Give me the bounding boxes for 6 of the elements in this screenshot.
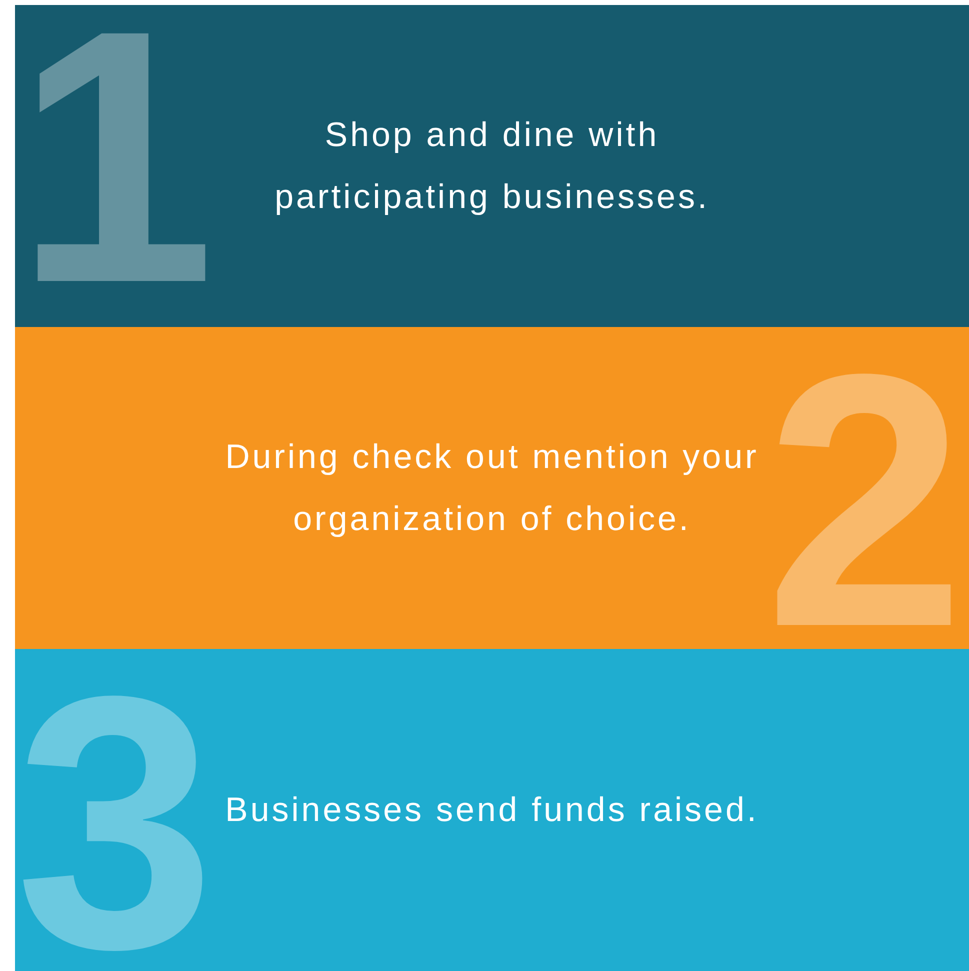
step-text: Businesses send funds raised.	[225, 790, 759, 831]
step-number: 3	[15, 679, 216, 967]
step-text: During check out mention your organization of choice.	[224, 437, 760, 540]
step-number: 1	[15, 13, 216, 301]
step-text: Shop and dine with participating businesses.	[274, 115, 710, 218]
step-number: 2	[764, 357, 965, 645]
